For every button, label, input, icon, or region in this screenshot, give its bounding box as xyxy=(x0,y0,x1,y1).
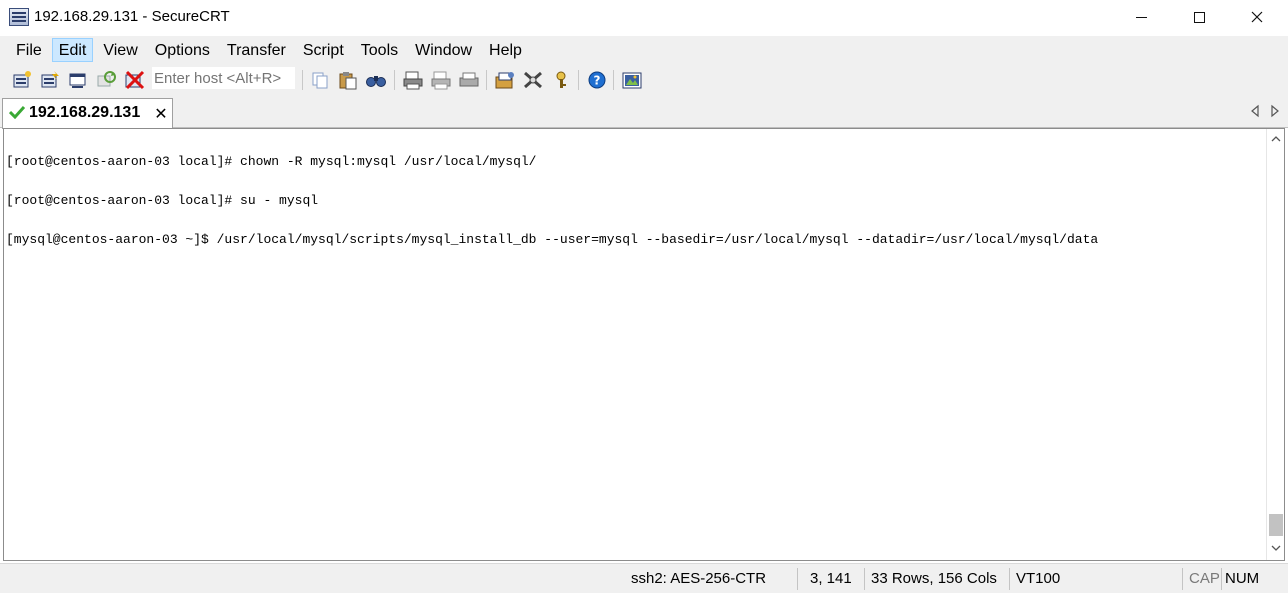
terminal-line: [root@centos-aaron-03 local]# su - mysql xyxy=(6,193,319,208)
terminal-scrollbar[interactable] xyxy=(1266,129,1284,560)
session-tab-label: 192.168.29.131 xyxy=(29,104,141,121)
copy-icon[interactable] xyxy=(309,70,331,90)
terminal-output[interactable]: [root@centos-aaron-03 local]# chown -R m… xyxy=(6,129,1263,560)
securecrt-app-icon[interactable] xyxy=(9,8,29,26)
status-separator xyxy=(1182,568,1183,590)
connected-check-icon xyxy=(9,105,25,119)
status-separator xyxy=(797,568,798,590)
menu-tools[interactable]: Tools xyxy=(354,38,405,62)
print-setup-icon[interactable] xyxy=(458,70,480,90)
status-bar: ssh2: AES-256-CTR 3, 141 33 Rows, 156 Co… xyxy=(0,563,1288,593)
menu-edit[interactable]: Edit xyxy=(51,38,94,62)
menu-file[interactable]: File xyxy=(9,38,49,62)
minimize-button[interactable] xyxy=(1112,0,1170,34)
maximize-button[interactable] xyxy=(1170,0,1228,34)
scroll-down-icon[interactable] xyxy=(1270,542,1282,554)
toolbar-separator xyxy=(394,70,395,90)
maximize-icon xyxy=(1193,11,1205,23)
print-selection-icon[interactable] xyxy=(430,70,452,90)
host-input[interactable] xyxy=(151,66,296,90)
print-icon[interactable] xyxy=(402,70,424,90)
help-icon[interactable]: ? xyxy=(586,70,608,90)
status-separator xyxy=(1009,568,1010,590)
menu-transfer[interactable]: Transfer xyxy=(220,38,293,62)
connect-tab-icon[interactable] xyxy=(67,70,89,90)
scrollbar-thumb[interactable] xyxy=(1269,514,1283,536)
menu-options[interactable]: Options xyxy=(148,38,217,62)
session-options-icon[interactable] xyxy=(494,70,516,90)
toolbar-separator xyxy=(578,70,579,90)
title-bar: 192.168.29.131 - SecureCRT xyxy=(0,0,1288,36)
minimize-icon xyxy=(1135,16,1147,18)
status-separator xyxy=(1221,568,1222,590)
quick-connect-icon[interactable] xyxy=(39,70,61,90)
tab-scroll-right-icon[interactable] xyxy=(1269,104,1281,118)
status-emulation: VT100 xyxy=(1016,570,1061,587)
close-window-button[interactable] xyxy=(1228,0,1286,34)
about-icon[interactable] xyxy=(621,70,643,90)
global-options-icon[interactable] xyxy=(522,70,544,90)
toolbar-separator xyxy=(613,70,614,90)
session-tab[interactable]: 192.168.29.131 ✕ xyxy=(2,98,173,129)
status-separator xyxy=(864,568,865,590)
status-cursor-position: 3, 141 xyxy=(810,570,852,587)
terminal-line: [root@centos-aaron-03 local]# chown -R m… xyxy=(6,154,537,169)
status-caps-lock: CAP xyxy=(1189,570,1220,587)
disconnect-icon[interactable] xyxy=(123,70,145,90)
close-tab-icon[interactable]: ✕ xyxy=(153,104,169,123)
terminal-line: [mysql@centos-aaron-03 ~]$ /usr/local/my… xyxy=(6,232,1099,247)
close-icon xyxy=(1251,11,1263,23)
window-title: 192.168.29.131 - SecureCRT xyxy=(34,8,230,25)
menu-help[interactable]: Help xyxy=(482,38,529,62)
status-num-lock: NUM xyxy=(1225,570,1260,587)
connect-icon[interactable] xyxy=(11,70,33,90)
svg-text:?: ? xyxy=(594,74,601,88)
status-terminal-size: 33 Rows, 156 Cols xyxy=(871,570,997,587)
keymap-icon[interactable] xyxy=(550,70,572,90)
menu-window[interactable]: Window xyxy=(408,38,479,62)
tab-scroll-left-icon[interactable] xyxy=(1249,104,1261,118)
toolbar-separator xyxy=(302,70,303,90)
menu-view[interactable]: View xyxy=(96,38,144,62)
terminal-panel: [root@centos-aaron-03 local]# chown -R m… xyxy=(3,128,1285,561)
toolbar-separator xyxy=(486,70,487,90)
session-tab-bar: 192.168.29.131 ✕ xyxy=(0,96,1288,129)
find-icon[interactable] xyxy=(365,70,387,90)
paste-icon[interactable] xyxy=(337,70,359,90)
scroll-up-icon[interactable] xyxy=(1270,133,1282,145)
menu-script[interactable]: Script xyxy=(296,38,351,62)
status-cipher: ssh2: AES-256-CTR xyxy=(631,570,767,587)
reconnect-icon[interactable] xyxy=(95,70,117,90)
menu-bar: File Edit View Options Transfer Script T… xyxy=(0,36,1288,64)
